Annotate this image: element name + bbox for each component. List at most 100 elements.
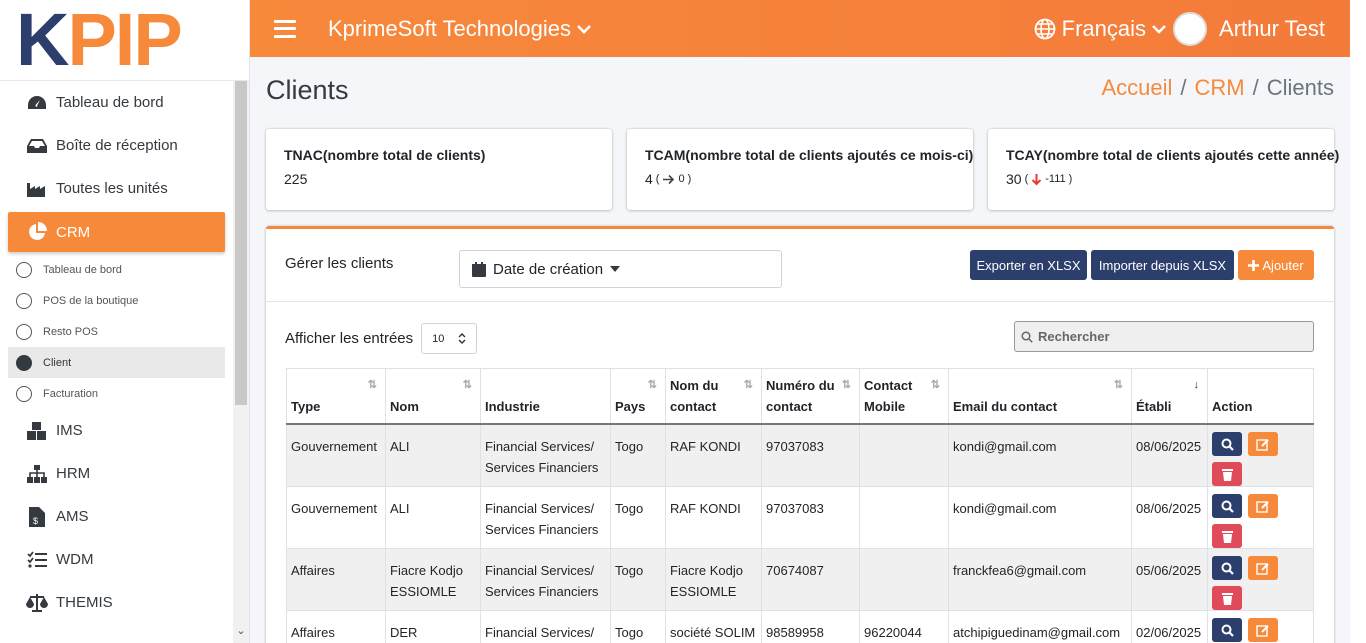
sidebar-item-dashboard[interactable]: Tableau de bord — [0, 81, 234, 124]
cell-nom: Fiacre Kodjo ESSIOMLE — [385, 548, 481, 611]
column-header-nom-contact[interactable]: ⇅ Nom du contact — [665, 368, 762, 425]
sidebar-subitem-label: Facturation — [43, 387, 99, 400]
circle-icon — [16, 261, 32, 278]
cell-numero: 98589958 — [761, 610, 860, 643]
sidebar-item-units[interactable]: Toutes les unités — [0, 167, 234, 210]
table-row: Affaires Fiacre Kodjo ESSIOMLE Financial… — [286, 548, 1314, 611]
clients-card: Gérer les clients Date de création Expor… — [266, 226, 1334, 643]
sidebar-subitem-pos-boutique[interactable]: POS de la boutique — [0, 285, 234, 316]
clients-table: ⇅ Type ⇅ Nom Industrie ⇅ Pays ⇅ Nom du conta… — [286, 368, 1314, 643]
sidebar-item-hrm[interactable]: HRM — [0, 452, 234, 495]
column-header-contact-mobile[interactable]: ⇅ Contact Mobile — [859, 368, 949, 425]
breadcrumb-crm[interactable]: CRM — [1195, 75, 1245, 101]
cell-email: atchipiguedinam@gmail.com — [948, 610, 1132, 643]
manage-clients-label: Gérer les clients — [285, 255, 394, 272]
page-scrollbar[interactable] — [1350, 0, 1366, 643]
page-title: Clients — [266, 75, 349, 105]
delete-button[interactable] — [1212, 462, 1242, 486]
edit-button[interactable] — [1248, 494, 1278, 518]
column-header-type[interactable]: ⇅ Type — [286, 368, 386, 425]
clients-card-header: Gérer les clients Date de création Expor… — [266, 229, 1334, 302]
hamburger-menu-icon[interactable] — [274, 19, 296, 38]
stat-label: TCAY(nombre total de clients ajoutés cet… — [1006, 147, 1340, 163]
sidebar-item-inbox[interactable]: Boîte de réception — [0, 124, 234, 167]
search-icon — [1221, 438, 1234, 451]
cell-industrie: Financial Services/ Services Financiers — [480, 486, 611, 549]
sidebar-item-crm[interactable]: CRM — [8, 212, 225, 252]
add-client-button[interactable]: Ajouter — [1238, 250, 1314, 280]
language-selector[interactable]: Français — [1034, 16, 1166, 42]
column-header-email[interactable]: ⇅ Email du contact — [948, 368, 1132, 425]
sidebar-item-wdm[interactable]: WDM — [0, 538, 234, 581]
view-button[interactable] — [1212, 618, 1242, 642]
edit-icon — [1256, 624, 1269, 637]
sidebar-subitem-resto-pos[interactable]: Resto POS — [0, 316, 234, 347]
sidebar-item-label: WDM — [56, 551, 94, 568]
delete-button[interactable] — [1212, 524, 1242, 548]
sidebar-subitem-facturation[interactable]: Facturation — [0, 378, 234, 409]
show-entries-label: Afficher les entrées — [285, 330, 414, 347]
date-filter-dropdown[interactable]: Date de création — [459, 250, 782, 288]
sidebar-item-themis[interactable]: THEMIS — [0, 581, 234, 624]
cell-nom: ALI — [385, 486, 481, 549]
edit-icon — [1256, 562, 1269, 575]
stat-card-total-clients: TNAC(nombre total de clients) 225 — [266, 129, 612, 210]
edit-button[interactable] — [1248, 556, 1278, 580]
table-row: Affaires DER Financial Services/ Service… — [286, 610, 1314, 643]
org-chart-icon — [26, 464, 48, 484]
sidebar-item-label: Boîte de réception — [56, 137, 178, 154]
delete-button[interactable] — [1212, 586, 1242, 610]
arrow-down-icon — [1032, 173, 1042, 185]
cell-etabli: 05/06/2025 — [1131, 548, 1208, 611]
sidebar-subitem-client[interactable]: Client — [8, 347, 225, 378]
svg-text:$: $ — [33, 516, 38, 526]
cell-contact: RAF KONDI — [665, 423, 762, 487]
cell-actions — [1207, 423, 1314, 487]
search-input[interactable]: Rechercher — [1014, 321, 1314, 352]
company-selector[interactable]: KprimeSoft Technologies — [328, 16, 591, 42]
sidebar-subitem-dashboard[interactable]: Tableau de bord — [0, 254, 234, 285]
pie-chart-icon — [26, 222, 48, 242]
sidebar-item-label: THEMIS — [56, 594, 113, 611]
breadcrumb-current: Clients — [1266, 75, 1334, 100]
sidebar-item-ams[interactable]: $ AMS — [0, 495, 234, 538]
sidebar-scrollbar[interactable]: ⌄ — [233, 81, 249, 643]
cell-mobile — [859, 548, 949, 611]
breadcrumb: Accueil / CRM / Clients — [1101, 75, 1334, 101]
edit-button[interactable] — [1248, 618, 1278, 642]
sidebar-subitem-label: POS de la boutique — [43, 294, 139, 307]
date-filter-label: Date de création — [493, 260, 604, 278]
chevron-down-icon[interactable]: ⌄ — [233, 624, 249, 637]
trash-icon — [1221, 530, 1233, 543]
user-menu[interactable]: Arthur Test — [1173, 11, 1325, 46]
import-xlsx-button[interactable]: Importer depuis XLSX — [1091, 250, 1234, 280]
cell-type: Affaires — [286, 548, 386, 611]
sidebar-item-label: HRM — [56, 465, 91, 482]
page-size-control: Afficher les entrées 10 — [285, 323, 478, 354]
app-logo[interactable]: KPIP — [0, 0, 249, 81]
view-button[interactable] — [1212, 432, 1242, 456]
export-xlsx-button[interactable]: Exporter en XLSX — [970, 250, 1087, 280]
sidebar-nav: Tableau de bord Boîte de réception Toute… — [0, 81, 234, 643]
column-header-etabli[interactable]: ↓ Établi — [1131, 368, 1208, 425]
breadcrumb-separator: / — [1180, 75, 1187, 100]
view-button[interactable] — [1212, 556, 1242, 580]
cell-type: Gouvernement — [286, 486, 386, 549]
sidebar-subitem-label: Client — [43, 356, 72, 369]
column-header-numero-contact[interactable]: ⇅ Numéro du contact — [761, 368, 860, 425]
breadcrumb-home[interactable]: Accueil — [1101, 75, 1172, 101]
breadcrumb-separator: / — [1252, 75, 1259, 100]
page-size-select[interactable]: 10 — [421, 323, 478, 354]
sidebar-item-label: AMS — [56, 508, 89, 525]
edit-button[interactable] — [1248, 432, 1278, 456]
column-header-nom[interactable]: ⇅ Nom — [385, 368, 481, 425]
user-name: Arthur Test — [1219, 15, 1325, 41]
view-button[interactable] — [1212, 494, 1242, 518]
column-header-industrie[interactable]: Industrie — [480, 368, 611, 425]
scrollbar-thumb[interactable] — [235, 81, 247, 405]
main-content: Clients Accueil / CRM / Clients TNAC(nom… — [250, 57, 1350, 643]
column-header-pays[interactable]: ⇅ Pays — [610, 368, 666, 425]
cell-contact: société SOLIM — [665, 610, 762, 643]
caret-down-icon — [610, 266, 621, 272]
sidebar-item-ims[interactable]: IMS — [0, 409, 234, 452]
